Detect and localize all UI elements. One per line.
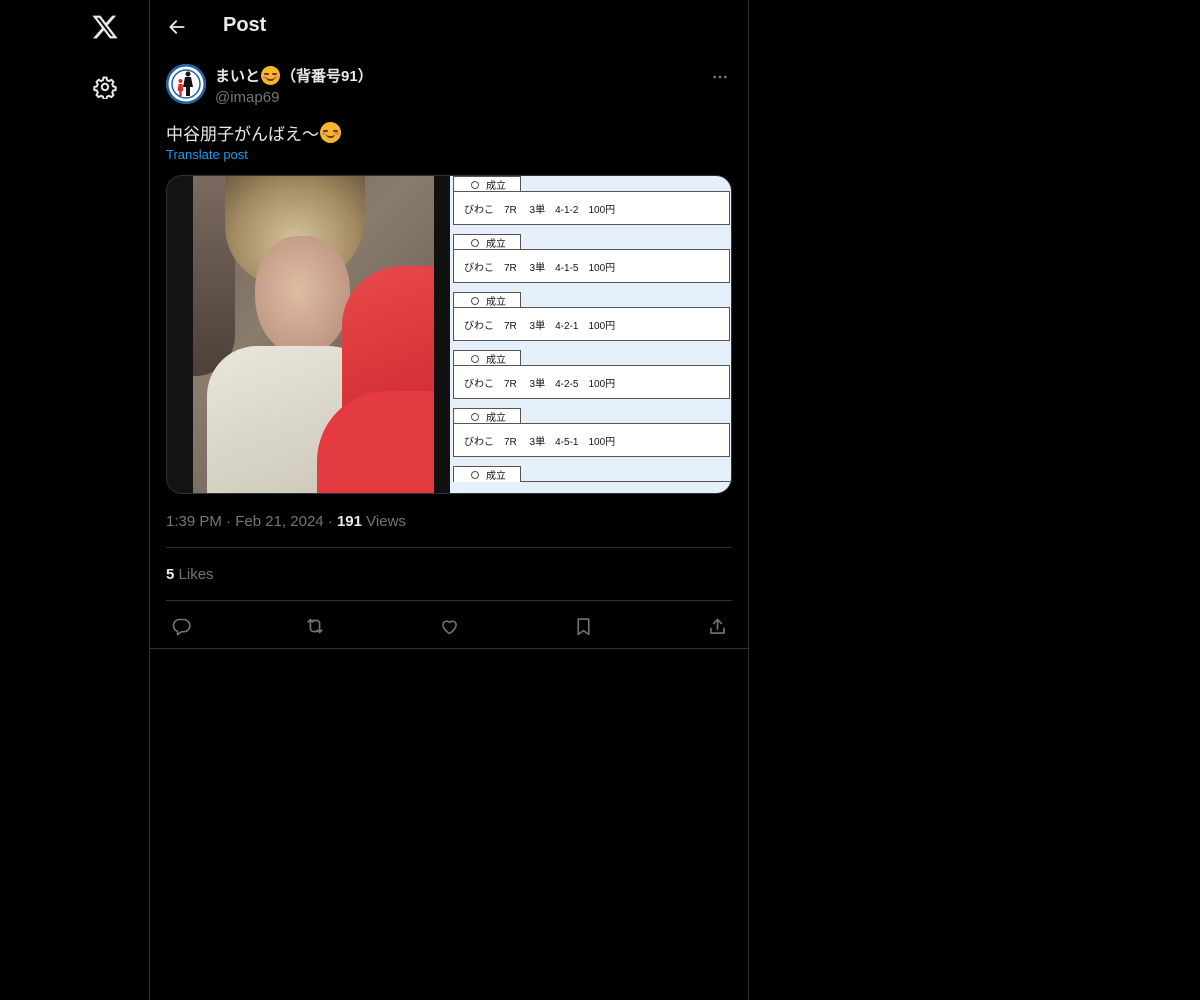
user-handle: @imap69 — [215, 89, 280, 106]
ticket-detail: びわこ 7R 3単 4-1-5 100円 — [453, 249, 730, 283]
bookmark-icon — [576, 617, 590, 635]
post-text: 中谷朋子がんばえ〜 — [166, 120, 342, 145]
reply-button[interactable] — [166, 611, 196, 641]
smiling-face-emoji-icon — [320, 122, 341, 143]
divider — [166, 547, 732, 548]
post-media[interactable]: 成立 びわこ 7R 3単 4-1-2 100円 成立 びわこ 7R 3単 4-1… — [166, 175, 732, 494]
display-name-suffix: （背番号91） — [281, 68, 373, 85]
ticket: 成立 — [453, 466, 730, 493]
more-icon — [713, 75, 727, 79]
avatar[interactable] — [166, 64, 206, 104]
likes-stat[interactable]: 5 Likes — [166, 566, 214, 583]
ticket-detail: びわこ 7R 3単 4-2-1 100円 — [453, 307, 730, 341]
ticket-status: 成立 — [486, 297, 506, 308]
ticket-status: 成立 — [486, 181, 506, 192]
bookmark-button[interactable] — [568, 611, 598, 641]
meta-separator: · — [226, 513, 232, 530]
ticket: 成立 びわこ 7R 3単 4-2-5 100円 — [453, 350, 730, 408]
more-options-button[interactable] — [708, 65, 732, 89]
like-icon — [441, 619, 457, 634]
post-meta: 1:39 PM · Feb 21, 2024 · 191 Views — [166, 513, 406, 530]
gear-icon[interactable] — [85, 67, 125, 107]
likes-label: Likes — [178, 566, 214, 583]
views-label: Views — [366, 513, 406, 530]
ticket: 成立 びわこ 7R 3単 4-1-5 100円 — [453, 234, 730, 292]
page-title: Post — [223, 14, 267, 36]
repost-button[interactable] — [300, 611, 330, 641]
divider — [166, 600, 732, 601]
post-time[interactable]: 1:39 PM — [166, 513, 222, 530]
back-button[interactable] — [161, 11, 193, 43]
like-button[interactable] — [434, 611, 464, 641]
divider — [150, 648, 748, 649]
author-block[interactable]: まいと （背番号91） @imap69 — [215, 65, 373, 106]
left-nav — [0, 0, 149, 1000]
share-icon — [709, 618, 725, 634]
action-bar — [166, 611, 732, 641]
ticket: 成立 びわこ 7R 3単 4-1-2 100円 — [453, 176, 730, 234]
ticket-detail: びわこ 7R 3単 4-5-1 100円 — [453, 423, 730, 457]
ticket-detail: びわこ 7R 3単 4-2-5 100円 — [453, 365, 730, 399]
post-date[interactable]: Feb 21, 2024 — [235, 513, 323, 530]
media-tickets: 成立 びわこ 7R 3単 4-1-2 100円 成立 びわこ 7R 3単 4-1… — [450, 176, 731, 493]
meta-separator: · — [327, 513, 333, 530]
page-header: Post — [150, 0, 748, 53]
share-button[interactable] — [702, 611, 732, 641]
ticket-status: 成立 — [486, 239, 506, 250]
likes-count: 5 — [166, 566, 175, 583]
arrow-left-icon — [169, 20, 185, 34]
ticket: 成立 びわこ 7R 3単 4-5-1 100円 — [453, 408, 730, 466]
ticket-status: 成立 — [486, 413, 506, 424]
main-column: Post まいと （背番号91） @imap69 中谷朋子がんばえ〜 Trans… — [149, 0, 749, 1000]
display-name-text: まいと — [215, 68, 261, 85]
ticket-status: 成立 — [486, 355, 506, 366]
smiling-face-emoji-icon — [261, 66, 281, 85]
ticket: 成立 びわこ 7R 3単 4-2-1 100円 — [453, 292, 730, 350]
ticket-status: 成立 — [486, 471, 506, 482]
post-text-body: 中谷朋子がんばえ〜 — [166, 125, 319, 144]
ticket-detail: びわこ 7R 3単 4-1-2 100円 — [453, 191, 730, 225]
display-name: まいと （背番号91） — [215, 65, 373, 86]
translate-post-link[interactable]: Translate post — [166, 147, 248, 162]
reply-icon — [172, 618, 191, 636]
x-logo-icon[interactable] — [85, 7, 125, 47]
views-count: 191 — [336, 513, 362, 530]
repost-icon — [307, 618, 323, 634]
media-photo — [167, 176, 450, 493]
